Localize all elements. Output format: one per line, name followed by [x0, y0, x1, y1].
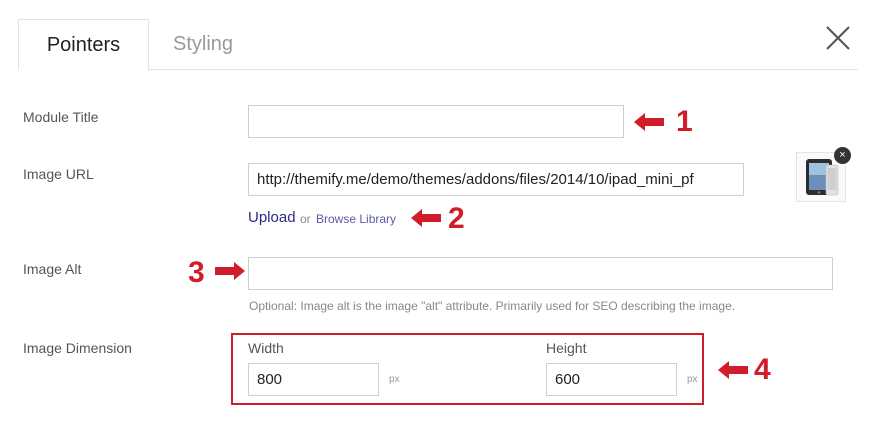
height-input[interactable] [546, 363, 677, 396]
tab-pointers[interactable]: Pointers [18, 19, 149, 71]
close-icon[interactable] [824, 24, 852, 52]
annotation-number-2: 2 [448, 202, 465, 235]
arrow-left-icon [718, 361, 748, 379]
remove-image-button[interactable]: × [834, 147, 851, 164]
upload-link[interactable]: Upload [248, 209, 296, 226]
width-unit: px [389, 374, 400, 385]
image-alt-help-text: Optional: Image alt is the image "alt" a… [249, 299, 736, 313]
image-dimension-label: Image Dimension [23, 340, 132, 356]
arrow-right-icon [215, 262, 245, 280]
arrow-left-icon [634, 113, 664, 131]
browse-library-link[interactable]: Browse Library [316, 212, 396, 226]
image-url-input[interactable] [248, 163, 744, 196]
image-alt-input[interactable] [248, 257, 833, 290]
annotation-number-1: 1 [676, 105, 693, 138]
annotation-number-3: 3 [188, 256, 205, 289]
module-title-input[interactable] [248, 105, 624, 138]
image-url-label: Image URL [23, 166, 94, 182]
height-unit: px [687, 374, 698, 385]
tab-styling[interactable]: Styling [173, 19, 233, 70]
height-label: Height [546, 340, 587, 356]
module-title-label: Module Title [23, 109, 99, 125]
arrow-left-icon [411, 209, 441, 227]
image-alt-label: Image Alt [23, 261, 82, 277]
tab-bar: Pointers Styling [18, 19, 858, 71]
or-text: or [300, 212, 311, 226]
annotation-number-4: 4 [754, 353, 771, 386]
width-label: Width [248, 340, 284, 356]
width-input[interactable] [248, 363, 379, 396]
